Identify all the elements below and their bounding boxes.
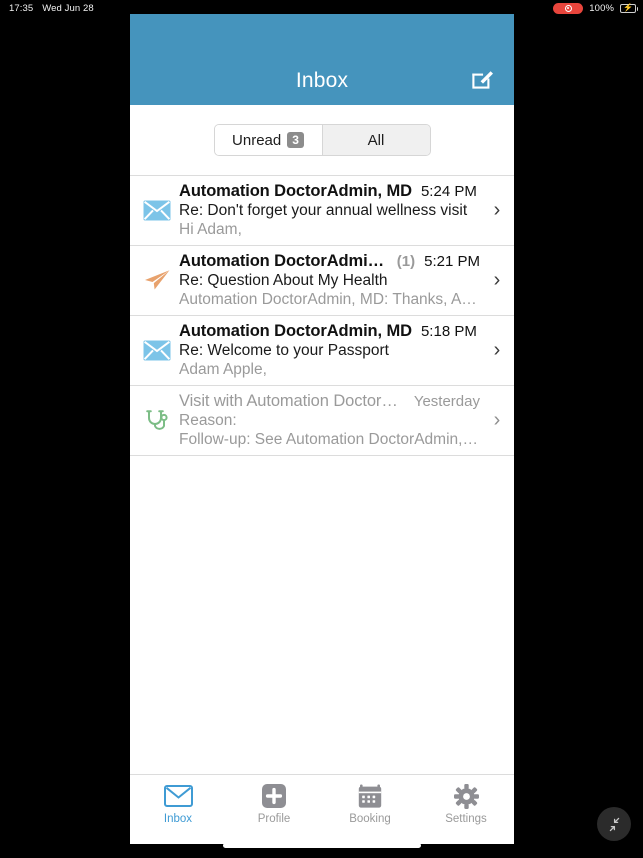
table-row[interactable]: Automation DoctorAdmin, MD (1) 5:21 PM R… <box>130 246 514 316</box>
table-row[interactable]: Visit with Automation DoctorAd... Yester… <box>130 386 514 456</box>
message-content: Automation DoctorAdmin, MD 5:18 PM Re: W… <box>176 322 480 379</box>
message-content: Automation DoctorAdmin, MD 5:24 PM Re: D… <box>176 182 480 239</box>
paper-plane-icon <box>138 262 176 300</box>
tab-unread-label: Unread <box>232 131 282 149</box>
message-preview: Automation DoctorAdmin, MD: Thanks, Adam… <box>179 291 480 308</box>
sidebar-item-label: Inbox <box>163 813 193 825</box>
message-content: Visit with Automation DoctorAd... Yester… <box>176 392 480 449</box>
envelope-outline-icon <box>163 783 193 809</box>
profile-plus-icon <box>262 783 286 809</box>
message-sender: Automation DoctorAdmin, MD <box>179 252 392 270</box>
sidebar-item-profile[interactable]: Profile <box>226 783 322 825</box>
sidebar-item-label: Settings <box>445 813 487 825</box>
home-indicator[interactable] <box>222 843 421 848</box>
tab-all-label: All <box>367 131 385 149</box>
record-indicator-icon[interactable] <box>553 2 584 14</box>
table-row[interactable]: Automation DoctorAdmin, MD 5:24 PM Re: D… <box>130 176 514 246</box>
sidebar-item-booking[interactable]: Booking <box>322 783 418 825</box>
message-preview: Hi Adam, <box>179 221 242 238</box>
stethoscope-icon <box>138 402 176 440</box>
unread-count-badge: 3 <box>287 132 304 148</box>
sidebar-item-settings[interactable]: Settings <box>418 783 514 825</box>
message-sender: Visit with Automation DoctorAd... <box>179 392 405 410</box>
status-bar-date: Wed Jun 28 <box>42 2 94 14</box>
message-subject: Re: Question About My Health <box>179 272 388 289</box>
app-header: Inbox <box>130 14 514 105</box>
chevron-right-icon[interactable]: › <box>480 409 514 432</box>
message-subject: Re: Welcome to your Passport <box>179 342 389 359</box>
tab-unread[interactable]: Unread 3 <box>214 125 322 155</box>
filter-bar: Unread 3 All <box>130 105 514 175</box>
envelope-icon <box>138 332 176 370</box>
status-bar-time: 17:35 <box>9 2 34 14</box>
message-sender: Automation DoctorAdmin, MD <box>179 182 412 200</box>
message-count: (1) <box>396 253 416 270</box>
collapse-arrows-icon[interactable] <box>597 807 631 841</box>
chevron-right-icon[interactable]: › <box>480 339 514 362</box>
compose-icon[interactable] <box>466 62 500 96</box>
table-row[interactable]: Automation DoctorAdmin, MD 5:18 PM Re: W… <box>130 316 514 386</box>
chevron-right-icon[interactable]: › <box>480 199 514 222</box>
message-preview: Adam Apple, <box>179 361 267 378</box>
os-status-bar: 17:35 Wed Jun 28 100% ⚡ <box>0 0 643 16</box>
battery-charging-icon: ⚡ <box>620 3 638 13</box>
message-content: Automation DoctorAdmin, MD (1) 5:21 PM R… <box>176 252 480 309</box>
app-viewport: Inbox Unread 3 All Automation DoctorAdmi… <box>130 14 514 844</box>
message-list: Automation DoctorAdmin, MD 5:24 PM Re: D… <box>130 175 514 456</box>
status-bar-left: 17:35 Wed Jun 28 <box>0 3 94 14</box>
sidebar-item-label: Booking <box>349 813 391 825</box>
message-time: 5:21 PM <box>424 253 480 270</box>
message-subject: Reason: <box>179 412 237 429</box>
sidebar-item-inbox[interactable]: Inbox <box>130 783 226 825</box>
status-bar-right: 100% ⚡ <box>553 2 643 14</box>
chevron-right-icon[interactable]: › <box>480 269 514 292</box>
envelope-icon <box>138 192 176 230</box>
message-time: 5:18 PM <box>420 323 477 340</box>
calendar-icon <box>358 783 382 809</box>
message-time: Yesterday <box>413 393 480 410</box>
bottom-tab-bar: Inbox Profile Booking Settings <box>130 774 514 844</box>
gear-icon <box>453 783 479 809</box>
tab-all[interactable]: All <box>321 125 430 155</box>
message-sender: Automation DoctorAdmin, MD <box>179 322 412 340</box>
page-title: Inbox <box>295 69 349 92</box>
sidebar-item-label: Profile <box>257 813 291 825</box>
message-subject: Re: Don't forget your annual wellness vi… <box>179 202 468 219</box>
battery-percent-label: 100% <box>589 2 614 14</box>
message-time: 5:24 PM <box>420 183 477 200</box>
message-preview: Follow-up: See Automation DoctorAdmin, M… <box>179 431 480 448</box>
inbox-filter-segmented-control[interactable]: Unread 3 All <box>213 124 431 156</box>
